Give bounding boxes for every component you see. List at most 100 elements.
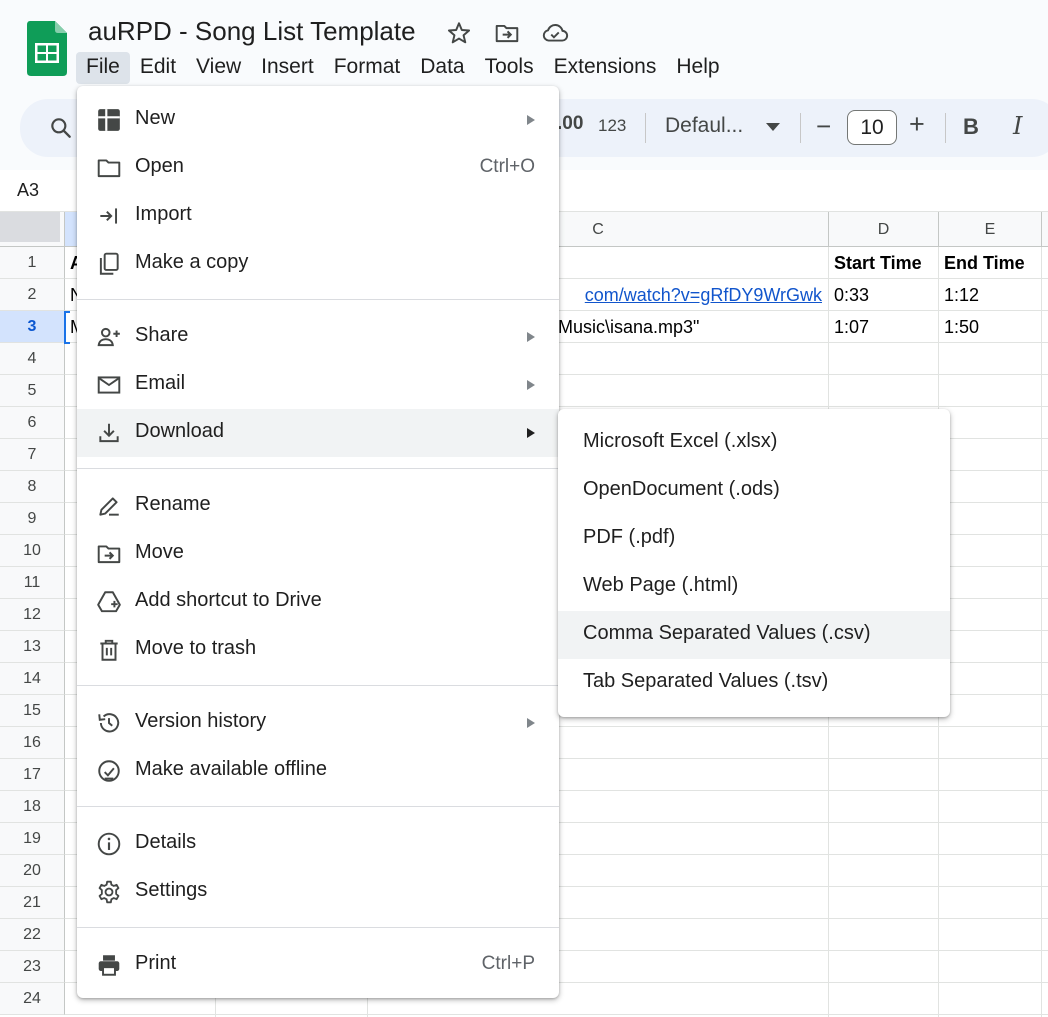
menu-item-label: Make a copy <box>135 251 249 273</box>
download-html[interactable]: Web Page (.html) <box>558 563 950 611</box>
gridline <box>1041 247 1042 1017</box>
row-header-19[interactable]: 19 <box>0 823 65 855</box>
download-xlsx[interactable]: Microsoft Excel (.xlsx) <box>558 419 950 467</box>
menu-data[interactable]: Data <box>410 52 474 84</box>
menu-item-move-to-trash[interactable]: Move to trash <box>77 626 559 674</box>
cell-d3[interactable]: 1:07 <box>829 311 938 343</box>
submenu-item-label: Tab Separated Values (.tsv) <box>583 670 829 692</box>
row-header-10[interactable]: 10 <box>0 535 65 567</box>
cloud-saved-icon[interactable] <box>541 20 569 46</box>
copy-icon <box>96 251 122 277</box>
row-header-4[interactable]: 4 <box>0 343 65 375</box>
folder-icon <box>96 155 122 181</box>
shortcut-label: Ctrl+P <box>481 953 535 974</box>
menu-item-new[interactable]: New <box>77 96 559 144</box>
menu-item-add-shortcut[interactable]: Add shortcut to Drive <box>77 578 559 626</box>
name-box[interactable]: A3 <box>17 180 39 201</box>
row-header-2[interactable]: 2 <box>0 279 65 311</box>
column-header-d[interactable]: D <box>829 212 939 247</box>
row-header-21[interactable]: 21 <box>0 887 65 919</box>
menu-item-rename[interactable]: Rename <box>77 482 559 530</box>
menu-item-open[interactable]: Open Ctrl+O <box>77 144 559 192</box>
submenu-arrow-icon <box>527 428 535 438</box>
menu-item-print[interactable]: Print Ctrl+P <box>77 941 559 989</box>
history-icon <box>96 710 122 736</box>
menu-tools[interactable]: Tools <box>475 52 544 84</box>
menu-separator <box>77 299 559 300</box>
row-header-8[interactable]: 8 <box>0 471 65 503</box>
menu-view[interactable]: View <box>186 52 251 84</box>
menu-item-settings[interactable]: Settings <box>77 868 559 916</box>
menu-item-move[interactable]: Move <box>77 530 559 578</box>
download-ods[interactable]: OpenDocument (.ods) <box>558 467 950 515</box>
submenu-item-label: OpenDocument (.ods) <box>583 478 780 500</box>
download-csv[interactable]: Comma Separated Values (.csv) <box>558 611 950 659</box>
font-family-caret-icon[interactable] <box>766 123 780 131</box>
row-header-16[interactable]: 16 <box>0 727 65 759</box>
row-header-22[interactable]: 22 <box>0 919 65 951</box>
row-header-6[interactable]: 6 <box>0 407 65 439</box>
italic-button[interactable]: I <box>1013 112 1022 140</box>
shortcut-label: Ctrl+O <box>479 156 535 177</box>
row-header-5[interactable]: 5 <box>0 375 65 407</box>
column-header-f[interactable] <box>1042 212 1048 247</box>
row-header-14[interactable]: 14 <box>0 663 65 695</box>
search-menus-icon[interactable] <box>48 115 74 141</box>
menu-item-make-offline[interactable]: Make available offline <box>77 747 559 795</box>
menu-insert[interactable]: Insert <box>251 52 324 84</box>
decrease-font-size-button[interactable]: − <box>816 111 831 142</box>
font-size-input[interactable]: 10 <box>847 110 897 145</box>
cell-e2[interactable]: 1:12 <box>939 279 1041 311</box>
move-folder-icon[interactable] <box>494 20 520 46</box>
bold-button[interactable]: B <box>963 114 979 140</box>
menu-edit[interactable]: Edit <box>130 52 186 84</box>
menu-item-label: Import <box>135 203 192 225</box>
menu-bar: File Edit View Insert Format Data Tools … <box>76 52 730 84</box>
download-pdf[interactable]: PDF (.pdf) <box>558 515 950 563</box>
menu-item-download[interactable]: Download <box>77 409 559 457</box>
row-header-20[interactable]: 20 <box>0 855 65 887</box>
download-icon <box>96 420 122 446</box>
more-formats-button[interactable]: 123 <box>598 116 626 136</box>
row-header-24[interactable]: 24 <box>0 983 65 1015</box>
document-title[interactable]: auRPD - Song List Template <box>88 16 416 47</box>
menu-file[interactable]: File <box>76 52 130 84</box>
menu-item-label: Open <box>135 155 184 177</box>
cell-e1[interactable]: End Time <box>939 247 1041 279</box>
row-header-18[interactable]: 18 <box>0 791 65 823</box>
row-header-15[interactable]: 15 <box>0 695 65 727</box>
row-header-13[interactable]: 13 <box>0 631 65 663</box>
row-header-9[interactable]: 9 <box>0 503 65 535</box>
menu-item-import[interactable]: Import <box>77 192 559 240</box>
cell-d2[interactable]: 0:33 <box>829 279 938 311</box>
row-header-17[interactable]: 17 <box>0 759 65 791</box>
menu-format[interactable]: Format <box>324 52 411 84</box>
increase-font-size-button[interactable]: + <box>909 109 925 140</box>
increase-decimal-button[interactable]: .00 <box>557 113 583 135</box>
download-tsv[interactable]: Tab Separated Values (.tsv) <box>558 659 950 707</box>
share-person-add-icon <box>96 324 122 350</box>
star-icon[interactable] <box>446 20 472 46</box>
menu-extensions[interactable]: Extensions <box>544 52 667 84</box>
row-header-7[interactable]: 7 <box>0 439 65 471</box>
info-icon <box>96 831 122 857</box>
select-all-corner[interactable] <box>0 212 65 247</box>
menu-item-make-copy[interactable]: Make a copy <box>77 240 559 288</box>
row-header-11[interactable]: 11 <box>0 567 65 599</box>
menu-item-version-history[interactable]: Version history <box>77 699 559 747</box>
menu-item-share[interactable]: Share <box>77 313 559 361</box>
menu-item-email[interactable]: Email <box>77 361 559 409</box>
cell-e3[interactable]: 1:50 <box>939 311 1041 343</box>
row-header-1[interactable]: 1 <box>0 247 65 279</box>
row-header-3[interactable]: 3 <box>0 311 65 343</box>
menu-separator <box>77 927 559 928</box>
menu-separator <box>77 685 559 686</box>
row-header-12[interactable]: 12 <box>0 599 65 631</box>
row-header-23[interactable]: 23 <box>0 951 65 983</box>
menu-item-details[interactable]: Details <box>77 820 559 868</box>
column-header-e[interactable]: E <box>939 212 1042 247</box>
cell-d1[interactable]: Start Time <box>829 247 938 279</box>
sheets-logo-icon[interactable] <box>27 21 67 76</box>
menu-help[interactable]: Help <box>666 52 729 84</box>
font-family-select[interactable]: Defaul... <box>665 114 743 138</box>
